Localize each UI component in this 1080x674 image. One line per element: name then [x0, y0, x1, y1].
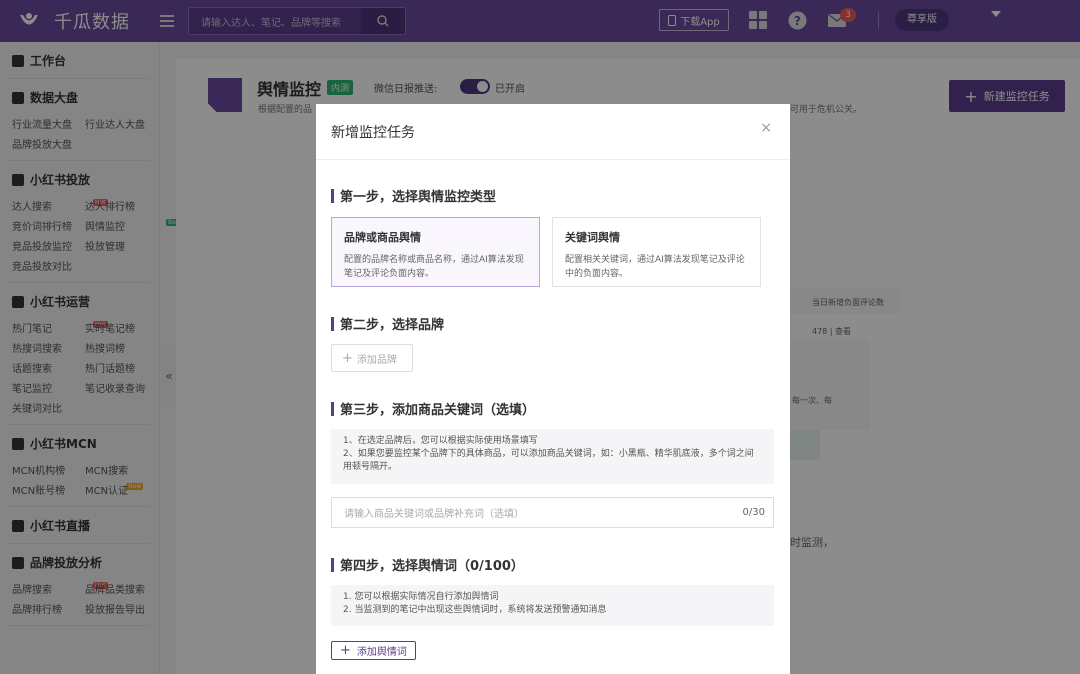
tip-line: 1. 您可以根据实际情况自行添加舆情词	[343, 592, 499, 602]
tip-line: 2. 当监测到的笔记中出现这些舆情词时，系统将发送预警通知消息	[343, 605, 607, 615]
option-keyword[interactable]: 关键词舆情 配置相关关键词，通过AI算法发现笔记及评论中的负面内容。	[552, 217, 761, 287]
keyword-input[interactable]: 请输入商品关键词或品牌补充词（选填） 0/30	[331, 497, 774, 528]
option-title: 品牌或商品舆情	[344, 231, 421, 244]
plus-icon: +	[340, 643, 351, 658]
option-title: 关键词舆情	[565, 231, 620, 244]
close-icon[interactable]: ×	[760, 120, 772, 136]
add-brand-button[interactable]: + 添加品牌	[331, 344, 413, 372]
option-desc: 配置的品牌名称或商品名称，通过AI算法发现笔记及评论负面内容。	[344, 255, 524, 279]
tip-line: 1、在选定品牌后，您可以根据实际使用场景填写	[343, 436, 538, 446]
add-brand-label: 添加品牌	[356, 354, 397, 366]
add-word-label: 添加舆情词	[356, 647, 407, 658]
modal-title: 新增监控任务	[331, 124, 415, 141]
add-sentiment-word-button[interactable]: + 添加舆情词	[331, 641, 416, 660]
option-brand-product[interactable]: 品牌或商品舆情 配置的品牌名称或商品名称，通过AI算法发现笔记及评论负面内容。	[331, 217, 540, 287]
plus-icon: +	[342, 350, 353, 366]
step3-title: 第三步，添加商品关键词（选填）	[331, 399, 535, 418]
step3-tips: 1、在选定品牌后，您可以根据实际使用场景填写 2、如果您要监控某个品牌下的具体商…	[331, 429, 774, 484]
modal-header: 新增监控任务 ×	[316, 104, 790, 160]
step4-tips: 1. 您可以根据实际情况自行添加舆情词 2. 当监测到的笔记中出现这些舆情词时，…	[331, 585, 774, 626]
option-desc: 配置相关关键词，通过AI算法发现笔记及评论中的负面内容。	[565, 255, 745, 279]
new-task-modal: 新增监控任务 × 第一步，选择舆情监控类型 品牌或商品舆情 配置的品牌名称或商品…	[316, 104, 790, 674]
tip-line: 2、如果您要监控某个品牌下的具体商品，可以添加商品关键词，如：小黑瓶、精华肌底液…	[343, 449, 754, 472]
step1-title: 第一步，选择舆情监控类型	[331, 186, 496, 205]
step2-title: 第二步，选择品牌	[331, 314, 444, 333]
step4-title: 第四步，选择舆情词（0/100）	[331, 555, 524, 574]
keyword-count: 0/30	[742, 507, 765, 518]
keyword-placeholder: 请输入商品关键词或品牌补充词（选填）	[344, 509, 524, 520]
